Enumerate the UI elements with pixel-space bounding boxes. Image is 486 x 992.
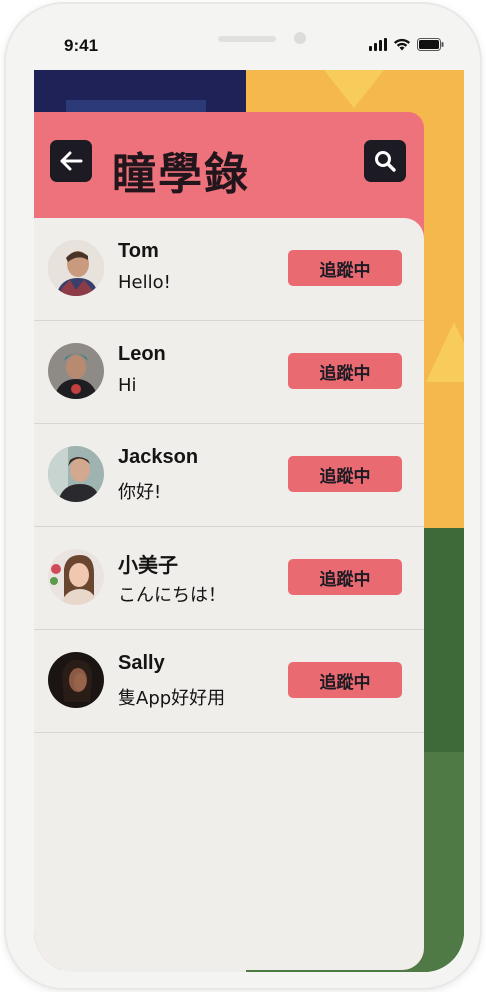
list-item[interactable]: Tom Hello! 追蹤中 [34,218,424,321]
following-button[interactable]: 追蹤中 [288,662,402,698]
following-button[interactable]: 追蹤中 [288,559,402,595]
phone-notch [132,22,368,64]
app-card: 瞳學錄 Tom Hello! 追蹤中 Leon Hi 追蹤中 Jackson 你… [34,112,424,970]
following-button[interactable]: 追蹤中 [288,250,402,286]
status-time: 9:41 [64,36,99,55]
user-name: Leon [118,343,166,365]
arrow-left-icon [60,151,83,171]
phone-screen: 9:41 瞳學錄 Tom Hello! 追蹤中 Leon Hi 追蹤中 Jack… [34,22,464,972]
avatar[interactable] [48,343,104,399]
back-button[interactable] [50,140,92,182]
list-item[interactable]: 小美子 こんにちは！ 追蹤中 [34,527,424,630]
following-button[interactable]: 追蹤中 [288,456,402,492]
user-message: 隻App好好用 [118,688,226,709]
search-button[interactable] [364,140,406,182]
following-list: Tom Hello! 追蹤中 Leon Hi 追蹤中 Jackson 你好! 追… [34,218,424,970]
avatar[interactable] [48,240,104,296]
app-header: 瞳學錄 [34,112,424,218]
following-button[interactable]: 追蹤中 [288,353,402,389]
avatar[interactable] [48,549,104,605]
user-message: Hi [118,375,137,396]
list-item[interactable]: Jackson 你好! 追蹤中 [34,424,424,527]
user-name: 小美子 [118,555,178,577]
phone-frame: 9:41 瞳學錄 Tom Hello! 追蹤中 Leon Hi 追蹤中 Jack… [6,4,480,988]
battery-icon [417,38,444,51]
search-icon [375,151,396,172]
user-message: こんにちは！ [118,585,226,606]
wallpaper-triangle [324,70,384,108]
speaker-grille [218,36,276,42]
page-title: 瞳學錄 [112,149,250,200]
front-camera [294,32,306,44]
avatar[interactable] [48,446,104,502]
list-item[interactable]: Leon Hi 追蹤中 [34,321,424,424]
wifi-icon [393,38,411,51]
user-message: Hello! [118,272,171,293]
user-name: Jackson [118,446,199,468]
list-item[interactable]: Sally 隻App好好用 追蹤中 [34,630,424,733]
user-name: Sally [118,652,165,674]
avatar[interactable] [48,652,104,708]
cellular-signal-icon [369,38,387,51]
wallpaper-triangle [426,322,464,382]
user-message: 你好! [118,482,162,503]
user-name: Tom [118,240,159,262]
status-icons [369,38,444,51]
